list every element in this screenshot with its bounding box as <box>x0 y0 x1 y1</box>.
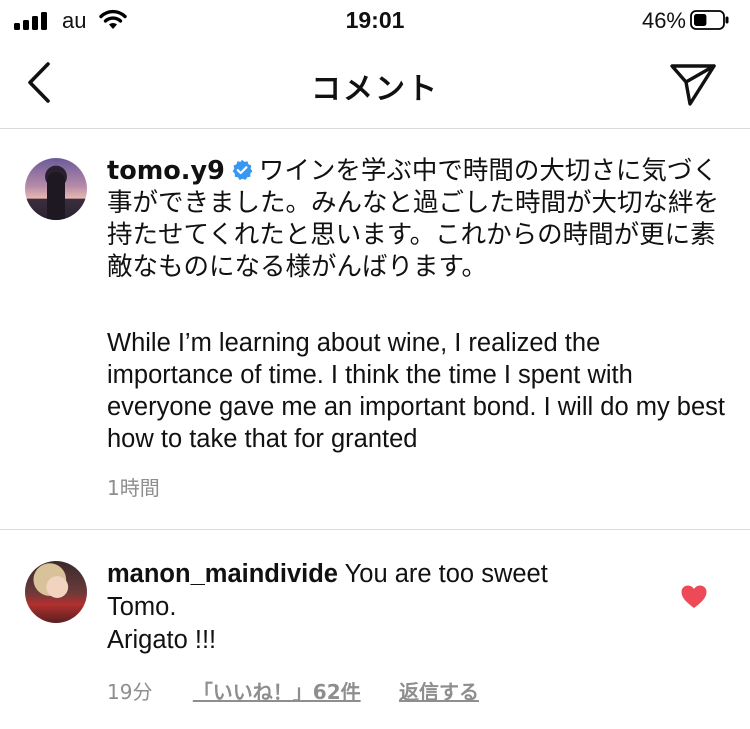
comment-body: manon_maindivide You are too sweet Tomo.… <box>107 558 667 657</box>
comment-text-line3: Arigato !!! <box>107 626 217 654</box>
post-caption: tomo.y9 ワインを学ぶ中で時間の大切さに気づく事ができました。みんなと過ご… <box>0 129 750 530</box>
caption-text-en: While I’m learning about wine, I realize… <box>107 329 725 453</box>
comment-username[interactable]: manon_maindivide <box>107 560 338 588</box>
caption-timestamp: 1時間 <box>107 476 160 500</box>
top-nav-bar: コメント <box>0 44 750 129</box>
reply-button[interactable]: 返信する <box>399 676 479 705</box>
caption-username[interactable]: tomo.y9 <box>107 156 225 186</box>
comment-text-line1: You are too sweet <box>344 560 548 588</box>
avatar[interactable] <box>25 158 87 220</box>
caption-japanese: tomo.y9 ワインを学ぶ中で時間の大切さに気づく事ができました。みんなと過ご… <box>107 155 727 283</box>
commenter-avatar[interactable] <box>25 561 87 623</box>
comment-timestamp: 19分 <box>107 680 153 704</box>
heart-icon <box>681 585 707 608</box>
clock: 19:01 <box>345 7 405 33</box>
comment-item: manon_maindivide You are too sweet Tomo.… <box>0 530 750 729</box>
battery-icon <box>690 10 730 30</box>
status-bar: au 19:01 46% <box>0 0 750 44</box>
like-comment-button[interactable] <box>680 584 708 610</box>
comment-meta: 19分 「いいね！」62件 返信する <box>107 676 479 705</box>
battery-percent: 46% <box>641 8 686 33</box>
page-title: コメント <box>311 72 439 107</box>
paper-plane-icon <box>670 64 716 106</box>
share-button[interactable] <box>668 60 720 108</box>
verified-badge-icon <box>232 159 253 180</box>
comment-likes-link[interactable]: 「いいね！」62件 <box>193 676 361 705</box>
comment-text-line2: Tomo. <box>107 593 177 621</box>
